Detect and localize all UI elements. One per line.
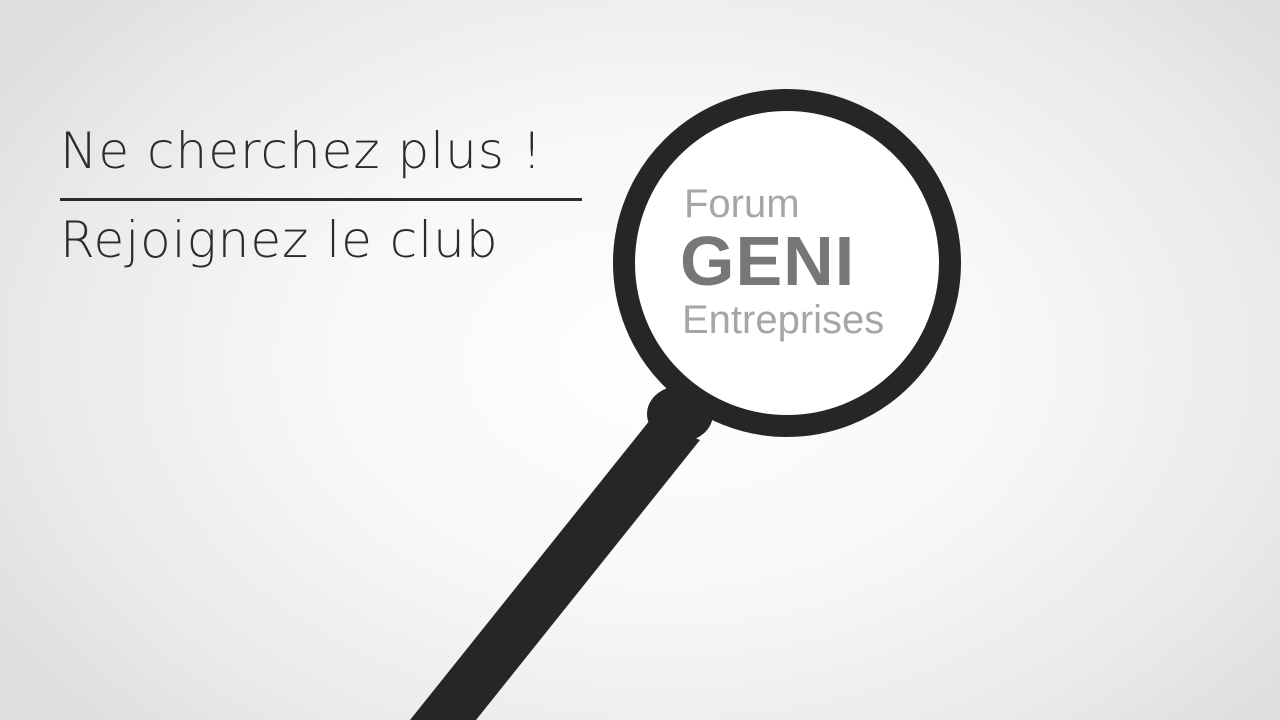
logo-entreprises: Entreprises: [682, 298, 885, 342]
logo-forum: Forum: [684, 182, 800, 226]
magnifying-glass-icon: [410, 89, 961, 720]
logo-geni: GENI: [680, 222, 856, 300]
magnifier-handle: [410, 420, 700, 720]
